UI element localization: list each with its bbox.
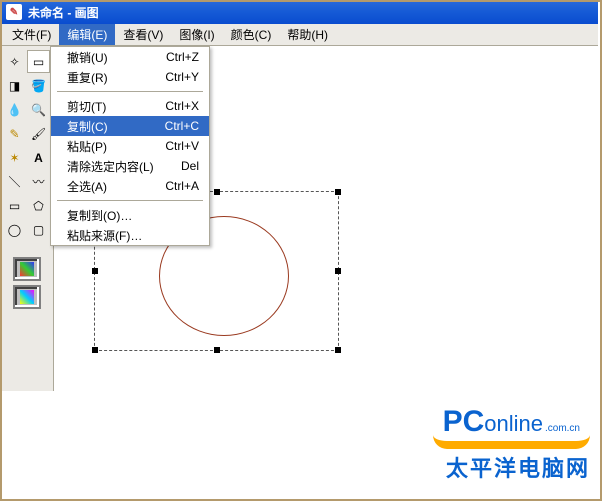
tool-fill[interactable]: 🪣 (27, 74, 50, 97)
eraser-icon: ◨ (9, 79, 20, 93)
menu-item-label: 撤销(U) (67, 49, 148, 66)
tool-rect[interactable]: ▭ (3, 194, 26, 217)
menu-view[interactable]: 查看(V) (115, 24, 171, 45)
pencil-icon: ✎ (9, 127, 19, 141)
menu-item-label: 全选(A) (67, 178, 147, 195)
menu-item-copy[interactable]: 复制(C) Ctrl+C (51, 116, 209, 136)
edit-menu-dropdown: 撤销(U) Ctrl+Z 重复(R) Ctrl+Y 剪切(T) Ctrl+X 复… (50, 46, 210, 246)
polygon-icon: ⬠ (33, 199, 43, 213)
menu-image[interactable]: 图像(I) (171, 24, 222, 45)
watermark: PC online .com.cn 太平洋电脑网 (433, 405, 590, 483)
selection-handle-ne[interactable] (335, 189, 341, 195)
color-swatch-2[interactable] (13, 285, 41, 309)
roundrect-icon: ▢ (33, 223, 44, 237)
menu-help[interactable]: 帮助(H) (279, 24, 336, 45)
toolbox: ✧ ▭ ◨ 🪣 💧 🔍 ✎ 🖌 ✶ A ＼ 〰 ▭ ⬠ ◯ ▢ (0, 46, 54, 391)
color-swatches (13, 257, 41, 309)
app-icon: ✎ (6, 4, 22, 20)
tool-roundrect[interactable]: ▢ (27, 218, 50, 241)
menu-item-shortcut: Ctrl+A (165, 179, 199, 193)
menu-item-shortcut: Del (181, 159, 199, 173)
tool-airbrush[interactable]: ✶ (3, 146, 26, 169)
menu-item-paste[interactable]: 粘贴(P) Ctrl+V (51, 136, 209, 156)
tool-line[interactable]: ＼ (3, 170, 26, 193)
watermark-logo: PC online .com.cn (433, 405, 590, 449)
tool-freeform-select[interactable]: ✧ (3, 50, 26, 73)
menu-file[interactable]: 文件(F) (4, 24, 59, 45)
menu-item-shortcut: Ctrl+C (165, 119, 199, 133)
line-icon: ＼ (8, 173, 20, 190)
fill-icon: 🪣 (31, 79, 46, 93)
ellipse-icon: ◯ (8, 223, 21, 237)
swatch-icon (20, 262, 34, 276)
window-title: 未命名 - 画图 (28, 4, 99, 21)
tool-polygon[interactable]: ⬠ (27, 194, 50, 217)
tool-eraser[interactable]: ◨ (3, 74, 26, 97)
menu-item-shortcut: Ctrl+Z (166, 50, 199, 64)
menu-item-redo[interactable]: 重复(R) Ctrl+Y (51, 67, 209, 87)
tool-brush[interactable]: 🖌 (27, 122, 50, 145)
tool-curve[interactable]: 〰 (27, 170, 50, 193)
airbrush-icon: ✶ (9, 151, 19, 165)
selection-handle-se[interactable] (335, 347, 341, 353)
menubar: 文件(F) 编辑(E) 查看(V) 图像(I) 颜色(C) 帮助(H) (0, 24, 598, 46)
watermark-online: online (484, 411, 543, 437)
titlebar: ✎ 未命名 - 画图 (0, 0, 598, 24)
watermark-pc: PC (443, 405, 485, 439)
menu-item-pastefrom[interactable]: 粘贴来源(F)… (51, 225, 209, 245)
watermark-cn: 太平洋电脑网 (433, 451, 590, 483)
tool-zoom[interactable]: 🔍 (27, 98, 50, 121)
curve-icon: 〰 (32, 173, 44, 190)
tool-ellipse[interactable]: ◯ (3, 218, 26, 241)
tool-rect-select[interactable]: ▭ (27, 50, 50, 73)
menu-item-undo[interactable]: 撤销(U) Ctrl+Z (51, 47, 209, 67)
menu-separator (51, 87, 209, 96)
menu-separator (51, 196, 209, 205)
menu-item-label: 复制到(O)… (67, 207, 199, 224)
text-icon: A (34, 151, 43, 165)
menu-item-shortcut: Ctrl+Y (165, 70, 199, 84)
tool-picker[interactable]: 💧 (3, 98, 26, 121)
selection-handle-sw[interactable] (92, 347, 98, 353)
menu-item-selectall[interactable]: 全选(A) Ctrl+A (51, 176, 209, 196)
menu-item-label: 清除选定内容(L) (67, 158, 163, 175)
brush-icon: 🖌 (31, 127, 46, 141)
tool-text[interactable]: A (27, 146, 50, 169)
picker-icon: 💧 (7, 103, 22, 117)
menu-item-label: 复制(C) (67, 118, 147, 135)
selection-handle-s[interactable] (214, 347, 220, 353)
rect-shape-icon: ▭ (9, 199, 20, 213)
menu-item-shortcut: Ctrl+V (165, 139, 199, 153)
selection-handle-e[interactable] (335, 268, 341, 274)
swatch-icon (20, 290, 34, 304)
freeform-select-icon: ✧ (9, 55, 19, 69)
menu-item-label: 粘贴来源(F)… (67, 227, 199, 244)
watermark-ext: .com.cn (545, 423, 580, 434)
menu-item-label: 重复(R) (67, 69, 147, 86)
menu-color[interactable]: 颜色(C) (223, 24, 280, 45)
menu-edit[interactable]: 编辑(E) (59, 24, 115, 45)
zoom-icon: 🔍 (31, 103, 46, 117)
menu-item-label: 剪切(T) (67, 98, 147, 115)
color-swatch-1[interactable] (13, 257, 41, 281)
menu-item-copyto[interactable]: 复制到(O)… (51, 205, 209, 225)
menu-item-label: 粘贴(P) (67, 138, 147, 155)
rect-select-icon: ▭ (33, 55, 44, 69)
tool-pencil[interactable]: ✎ (3, 122, 26, 145)
menu-item-cut[interactable]: 剪切(T) Ctrl+X (51, 96, 209, 116)
menu-item-shortcut: Ctrl+X (165, 99, 199, 113)
selection-handle-w[interactable] (92, 268, 98, 274)
selection-handle-n[interactable] (214, 189, 220, 195)
menu-item-clear[interactable]: 清除选定内容(L) Del (51, 156, 209, 176)
